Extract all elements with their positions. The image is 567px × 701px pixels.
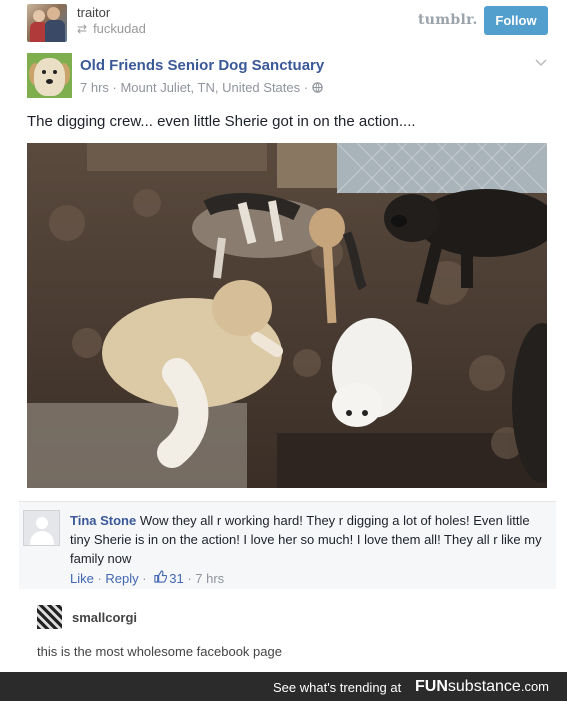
reblog-source-name[interactable]: fuckudad <box>93 21 146 36</box>
reblog-text: this is the most wholesome facebook page <box>37 644 282 659</box>
comment-time: 7 hrs <box>195 571 225 586</box>
thumbs-up-icon <box>154 570 168 586</box>
footer-banner: See what's trending at FUNsubstance.com <box>0 672 567 701</box>
reblog-source[interactable]: ⇄ fuckudad <box>77 21 146 36</box>
separator-3: · <box>183 571 196 586</box>
like-link[interactable]: Like <box>70 571 94 586</box>
brand-suffix: .com <box>520 679 549 694</box>
like-count[interactable]: 31 <box>169 571 183 586</box>
reblogger-avatar[interactable] <box>37 605 62 629</box>
post-photo[interactable] <box>27 143 547 488</box>
funsubstance-logo[interactable]: FUNsubstance.com <box>415 678 549 696</box>
commenter-name[interactable]: Tina Stone <box>70 513 136 528</box>
comment-text: Wow they all r working hard! They r digg… <box>70 513 542 566</box>
post-meta: 7 hrs · Mount Juliet, TN, United States … <box>80 80 323 95</box>
reblogger-username[interactable]: smallcorgi <box>72 610 137 625</box>
page-avatar[interactable] <box>27 53 72 98</box>
comment-body: Tina Stone Wow they all r working hard! … <box>70 511 550 568</box>
post-meta-text: 7 hrs · Mount Juliet, TN, United States … <box>80 80 312 95</box>
post-text: The digging crew... even little Sherie g… <box>27 113 416 130</box>
tumblr-logo[interactable]: tumblr. <box>418 12 478 28</box>
follow-button[interactable]: Follow <box>484 6 548 35</box>
comment-actions: Like · Reply · 31 · 7 hrs <box>70 570 224 586</box>
trending-text: See what's trending at <box>273 680 402 695</box>
tumblr-username[interactable]: traitor <box>77 5 110 20</box>
user-avatar[interactable] <box>27 4 67 42</box>
dogs-digging-photo <box>27 143 547 488</box>
brand-fun: FUN <box>415 678 448 695</box>
reblog-icon: ⇄ <box>77 22 88 36</box>
reply-link[interactable]: Reply <box>105 571 138 586</box>
separator-2: · <box>138 571 151 586</box>
comment: Tina Stone Wow they all r working hard! … <box>19 501 556 589</box>
post-card: traitor ⇄ fuckudad tumblr. Follow Old Fri… <box>0 0 567 672</box>
page-name[interactable]: Old Friends Senior Dog Sanctuary <box>80 57 324 74</box>
brand-substance: substance <box>447 678 521 695</box>
chevron-down-icon[interactable] <box>535 55 547 70</box>
separator-1: · <box>93 571 106 586</box>
globe-icon <box>311 82 323 93</box>
commenter-avatar[interactable] <box>23 510 60 546</box>
